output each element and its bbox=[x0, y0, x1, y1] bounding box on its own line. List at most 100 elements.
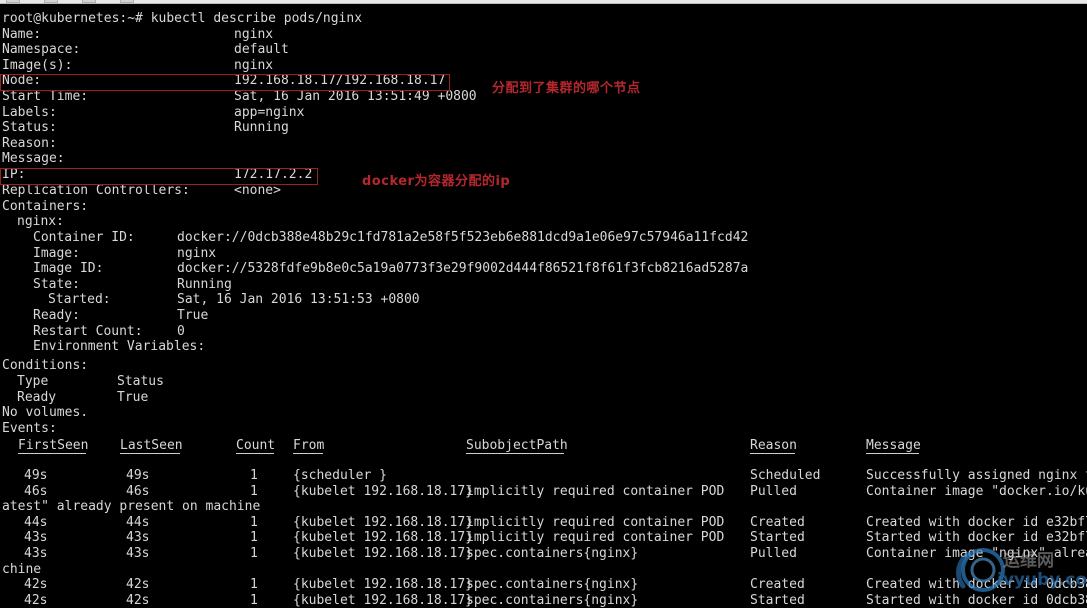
container-field-key: Started: bbox=[48, 292, 111, 308]
container-field-key: Restart Count: bbox=[33, 323, 143, 339]
pod-field-value: <none> bbox=[234, 182, 281, 198]
container-field-key: Container ID: bbox=[33, 230, 135, 245]
containers-header: Containers: bbox=[2, 199, 89, 214]
event-subobject-path: implicitly required container POD bbox=[466, 514, 725, 530]
pod-field-value: 172.17.2.2 bbox=[234, 167, 313, 182]
window-button-4[interactable] bbox=[120, 0, 134, 3]
event-from: {scheduler } bbox=[293, 468, 387, 483]
event-last-seen: 46s bbox=[126, 483, 150, 499]
events-column-header: From bbox=[293, 438, 325, 453]
events-column-underline bbox=[236, 453, 274, 454]
event-reason: Started bbox=[750, 592, 805, 608]
event-from: {kubelet 192.168.18.17} bbox=[293, 514, 474, 530]
pod-field-value: nginx bbox=[234, 26, 274, 42]
event-message: Started with docker id e32bf74c bbox=[866, 530, 1087, 546]
event-message-wrapped: chine bbox=[2, 561, 42, 577]
pod-field-key: Status: bbox=[2, 120, 57, 136]
events-column-header: Reason bbox=[750, 438, 797, 453]
event-message: Created with docker id e32bf74c bbox=[866, 514, 1087, 530]
pod-field-value: Running bbox=[234, 120, 289, 136]
container-field-value: Running bbox=[177, 276, 232, 292]
container-field-key: Ready: bbox=[33, 308, 80, 323]
events-column-underline bbox=[466, 453, 564, 454]
event-last-seen: 43s bbox=[126, 546, 150, 561]
event-count: 1 bbox=[250, 514, 258, 530]
event-message: Container image "nginx" already bbox=[866, 546, 1087, 561]
pod-field-key: Node: bbox=[2, 73, 42, 89]
pod-field-value: app=nginx bbox=[234, 104, 305, 120]
event-message: Container image "docker.io/kube bbox=[866, 483, 1087, 499]
pod-field-key: Replication Controllers: bbox=[2, 182, 190, 198]
conditions-col-status: Status bbox=[117, 374, 164, 389]
event-first-seen: 43s bbox=[24, 546, 48, 561]
container-field-key: State: bbox=[33, 276, 80, 292]
annotation-note-1: 分配到了集群的哪个节点 bbox=[492, 81, 641, 96]
event-from: {kubelet 192.168.18.17} bbox=[293, 483, 474, 499]
event-message-wrapped: atest" already present on machine bbox=[2, 499, 261, 515]
event-last-seen: 43s bbox=[126, 530, 150, 546]
conditions-header: Conditions: bbox=[2, 358, 89, 373]
event-from: {kubelet 192.168.18.17} bbox=[293, 577, 474, 593]
conditions-cell: Ready bbox=[17, 390, 57, 405]
events-column-underline bbox=[750, 453, 795, 454]
pod-field-key: Message: bbox=[2, 151, 65, 167]
events-column-underline bbox=[866, 453, 919, 454]
container-field-key: Image: bbox=[33, 245, 80, 261]
events-column-underline bbox=[293, 453, 323, 454]
event-count: 1 bbox=[250, 468, 258, 483]
events-header: Events: bbox=[2, 421, 57, 436]
event-count: 1 bbox=[250, 546, 258, 561]
window-button-1[interactable] bbox=[6, 0, 20, 3]
window-button-2[interactable] bbox=[44, 0, 58, 3]
event-count: 1 bbox=[250, 592, 258, 608]
event-reason: Pulled bbox=[750, 483, 797, 499]
event-from: {kubelet 192.168.18.17} bbox=[293, 546, 474, 561]
container-field-value: docker://5328fdfe9b8e0c5a19a0773f3e29f90… bbox=[177, 261, 749, 277]
event-first-seen: 46s bbox=[24, 483, 48, 499]
container-field-value: docker://0dcb388e48b29c1fd781a2e58f5f523… bbox=[177, 230, 749, 245]
conditions-cell: True bbox=[117, 390, 149, 405]
event-reason: Created bbox=[750, 577, 805, 593]
event-last-seen: 49s bbox=[126, 468, 150, 483]
volumes-status: No volumes. bbox=[2, 405, 89, 420]
pod-field-value: nginx bbox=[234, 57, 274, 73]
event-count: 1 bbox=[250, 530, 258, 546]
container-field-value: nginx bbox=[177, 245, 217, 261]
conditions-col-type: Type bbox=[17, 374, 49, 389]
pod-field-key: Name: bbox=[2, 26, 42, 42]
event-subobject-path: spec.containers{nginx} bbox=[466, 577, 639, 593]
event-last-seen: 42s bbox=[126, 577, 150, 593]
event-first-seen: 43s bbox=[24, 530, 48, 546]
event-subobject-path: spec.containers{nginx} bbox=[466, 546, 639, 561]
event-message: Created with docker id 0dcb388e bbox=[866, 577, 1087, 593]
container-field-key: Image ID: bbox=[33, 261, 104, 277]
pod-field-key: Namespace: bbox=[2, 42, 81, 58]
prompt-line: root@kubernetes:~# kubectl describe pods… bbox=[2, 11, 363, 26]
container-field-value: Sat, 16 Jan 2016 13:51:53 +0800 bbox=[177, 292, 420, 308]
events-column-underline bbox=[120, 453, 180, 454]
event-from: {kubelet 192.168.18.17} bbox=[293, 530, 474, 546]
pod-field-key: Image(s): bbox=[2, 57, 73, 73]
events-column-header: FirstSeen bbox=[18, 438, 89, 453]
annotation-note-2: docker为容器分配的ip bbox=[362, 174, 511, 189]
container-field-value: True bbox=[177, 308, 209, 323]
container-name: nginx: bbox=[17, 214, 64, 229]
event-reason: Scheduled bbox=[750, 468, 821, 483]
pod-field-key: Reason: bbox=[2, 135, 57, 151]
events-column-header: Message bbox=[866, 438, 921, 453]
event-message: Successfully assigned nginx to bbox=[866, 468, 1087, 483]
terminal-window[interactable]: root@kubernetes:~# kubectl describe pods… bbox=[0, 4, 1087, 608]
window-button-3[interactable] bbox=[82, 0, 96, 3]
events-column-underline bbox=[18, 453, 86, 454]
event-last-seen: 44s bbox=[126, 514, 150, 530]
event-first-seen: 49s bbox=[24, 468, 48, 483]
event-first-seen: 42s bbox=[24, 577, 48, 593]
pod-field-value: 192.168.18.17/192.168.18.17 bbox=[234, 73, 446, 89]
pod-field-value: Sat, 16 Jan 2016 13:51:49 +0800 bbox=[234, 89, 477, 104]
event-reason: Pulled bbox=[750, 546, 797, 561]
events-column-header: SubobjectPath bbox=[466, 438, 568, 453]
events-column-header: LastSeen bbox=[120, 438, 183, 453]
event-count: 1 bbox=[250, 483, 258, 499]
container-field-value: 0 bbox=[177, 323, 185, 339]
event-last-seen: 42s bbox=[126, 592, 150, 608]
